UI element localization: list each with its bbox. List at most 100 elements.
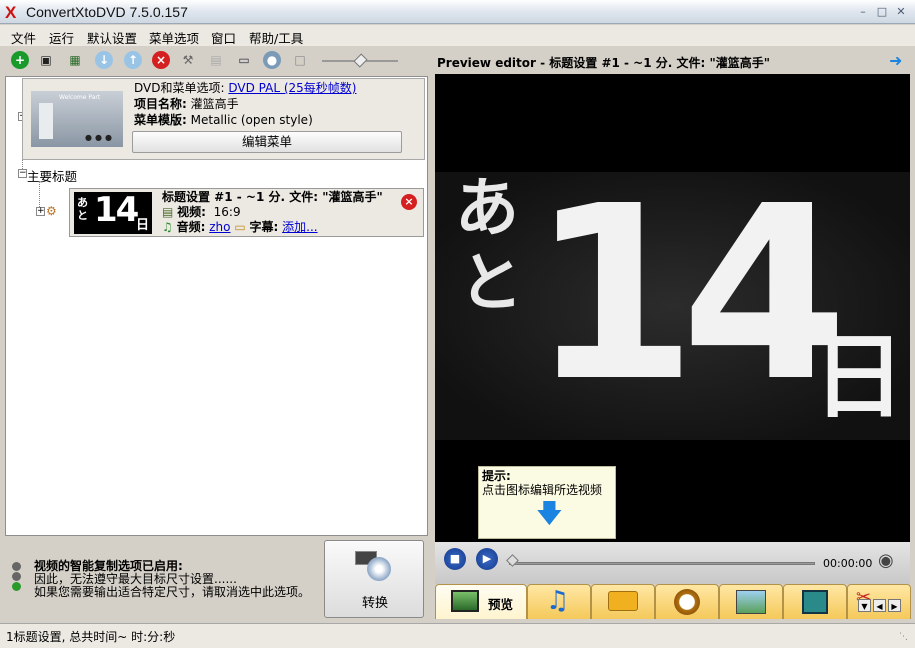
preview-kana-to: と (459, 247, 523, 321)
menu-template-label: 菜单模版: (134, 113, 187, 127)
thumb-day: 日 (136, 218, 150, 233)
seek-bar[interactable] (509, 562, 815, 565)
tab-subtitles[interactable] (591, 584, 655, 619)
dvd-options-label: DVD和菜单选项: (134, 81, 225, 95)
menu-window[interactable]: 窗口 (211, 28, 236, 47)
save-icon[interactable]: ▣ (38, 52, 54, 68)
menu-template-value: Metallic (open style) (190, 113, 313, 127)
video-frame: あ と 14 日 (435, 154, 910, 440)
video-label: 视频: (177, 205, 206, 219)
tree-collapse-main[interactable]: − (18, 169, 27, 178)
minimize-button[interactable]: – (856, 6, 870, 18)
tab-dropdown-button[interactable]: ▼ (858, 599, 871, 612)
stop-button[interactable]: ■ (444, 548, 466, 570)
hint-text: 提示: 点击图标编辑所选视频 (482, 469, 602, 497)
split-icon[interactable]: ▦ (67, 52, 83, 68)
preview-day: 日 (813, 324, 906, 431)
convert-button[interactable]: 转换 (324, 540, 424, 618)
tab-chapters[interactable] (655, 584, 719, 619)
status-bar: 1标题设置, 总共时间~ 时:分:秒 ⋱ (0, 623, 915, 648)
settings-wrench-icon[interactable]: ⚒ (180, 52, 196, 68)
play-button[interactable]: ▶ (476, 548, 498, 570)
stopwatch-icon (674, 589, 700, 615)
preview-header-title: Preview editor - 标题设置 #1 - ~1 分. 文件: "灌篮… (437, 56, 770, 70)
maximize-button[interactable]: □ (875, 6, 889, 18)
video-value: 16:9 (213, 205, 241, 219)
disc-icon[interactable]: ● (263, 51, 281, 69)
tab-cut[interactable]: ✂ ▼ ◀ ▶ (847, 584, 911, 619)
tab-crop[interactable] (783, 584, 847, 619)
remove-icon[interactable]: × (152, 51, 170, 69)
move-up-icon[interactable]: ↑ (124, 51, 142, 69)
document-icon[interactable]: ▤ (208, 52, 224, 68)
toolbar: + ▣ ▦ ↓ ↑ × ⚒ ▤ ▭ ● □ (4, 48, 428, 74)
menu-template-thumbnail[interactable]: Welcome Part ●●● (31, 91, 123, 147)
audio-link[interactable]: zho (209, 220, 230, 234)
music-note-icon: ♫ (546, 586, 570, 616)
resize-grip-icon[interactable]: ⋱ (899, 632, 908, 642)
convert-disc-icon (355, 549, 393, 581)
close-button[interactable]: ✕ (894, 6, 908, 18)
menu-help-tools[interactable]: 帮助/工具 (249, 28, 303, 47)
tree-main-titles[interactable]: 主要标题 (27, 166, 77, 185)
hint-tooltip: 提示: 点击图标编辑所选视频 🡇 (478, 466, 616, 539)
tab-effects[interactable] (719, 584, 783, 619)
tree-expand-title[interactable]: + (36, 207, 45, 216)
add-icon[interactable]: + (11, 51, 29, 69)
menu-menu-options[interactable]: 菜单选项 (149, 28, 199, 47)
smart-copy-notice: 视频的智能复制选项已启用: 因此，无法遵守最大目标尺寸设置...... 如果您需… (5, 540, 323, 618)
preview-number: 14 (530, 154, 848, 434)
thumb-kana: あと (77, 196, 88, 222)
subtitle-icon: ▭ (234, 220, 246, 234)
thumbnail-dots: ●●● (85, 133, 115, 142)
subtitle-add-link[interactable]: 添加... (282, 220, 317, 234)
project-name-value: 灌篮高手 (190, 97, 239, 111)
subtitle-label: 字幕: (249, 220, 279, 234)
video-icon: ▤ (162, 205, 174, 219)
zoom-slider-thumb[interactable] (353, 53, 368, 68)
page-icon[interactable]: □ (292, 52, 308, 68)
thumb-number: 14 (94, 190, 139, 230)
smart-copy-line3: 如果您需要输出适合特定尺寸，请取消选中此选项。 (34, 585, 311, 599)
forward-arrow-icon[interactable]: ➜ (889, 51, 902, 70)
preview-kana-a: あ (455, 172, 519, 246)
menu-bar: 文件 运行 默认设置 菜单选项 窗口 帮助/工具 (0, 25, 915, 46)
time-display: 00:00:00 (823, 557, 873, 570)
title-node-icon: ⚙ (46, 204, 57, 218)
tab-audio[interactable]: ♫ (527, 584, 591, 619)
dvd-menu-options-box: Welcome Part ●●● DVD和菜单选项: DVD PAL (25每秒… (22, 78, 425, 160)
title-thumbnail: あと 14 日 (74, 190, 152, 234)
smart-copy-text: 视频的智能复制选项已启用: 因此，无法遵守最大目标尺寸设置...... 如果您需… (34, 560, 324, 599)
traffic-light-icon (12, 562, 22, 592)
tab-scroll-left-button[interactable]: ◀ (873, 599, 886, 612)
film-icon (451, 590, 479, 612)
project-name-label: 项目名称: (134, 97, 187, 111)
menu-file[interactable]: 文件 (11, 28, 36, 47)
window-title: ConvertXtoDVD 7.5.0.157 (26, 4, 188, 20)
tab-preview[interactable]: 预览 (435, 584, 527, 619)
audio-icon: ♫ (162, 220, 173, 234)
volume-icon[interactable]: ◉ (878, 550, 894, 571)
dvd-info: DVD和菜单选项: DVD PAL (25每秒帧数) 项目名称: 灌篮高手 菜单… (134, 80, 356, 128)
menu-run[interactable]: 运行 (49, 28, 74, 47)
status-text: 1标题设置, 总共时间~ 时:分:秒 (6, 630, 176, 644)
speech-bubble-icon (608, 591, 638, 611)
tab-preview-label: 预览 (488, 597, 514, 612)
crop-frame-icon (802, 590, 828, 614)
hint-title: 提示: (482, 469, 511, 483)
preview-header: Preview editor - 标题设置 #1 - ~1 分. 文件: "灌篮… (433, 48, 911, 73)
title-item[interactable]: あと 14 日 标题设置 #1 - ~1 分. 文件: "灌篮高手" ▤ 视频:… (69, 188, 424, 237)
menu-default-settings[interactable]: 默认设置 (87, 28, 137, 47)
edit-menu-button[interactable]: 编辑菜单 (132, 131, 402, 153)
monitor-icon[interactable]: ▭ (236, 52, 252, 68)
hint-body: 点击图标编辑所选视频 (482, 483, 603, 497)
tab-scroll-right-button[interactable]: ▶ (888, 599, 901, 612)
thumbnail-buttons (39, 103, 53, 139)
tree-line (39, 181, 40, 209)
thumbnail-caption: Welcome Part (59, 94, 101, 101)
remove-title-icon[interactable]: × (401, 194, 417, 210)
video-preview[interactable]: あ と 14 日 提示: 点击图标编辑所选视频 🡇 (435, 74, 910, 542)
dvd-options-link[interactable]: DVD PAL (25每秒帧数) (228, 81, 356, 95)
app-logo-icon: X (5, 3, 17, 22)
move-down-icon[interactable]: ↓ (95, 51, 113, 69)
